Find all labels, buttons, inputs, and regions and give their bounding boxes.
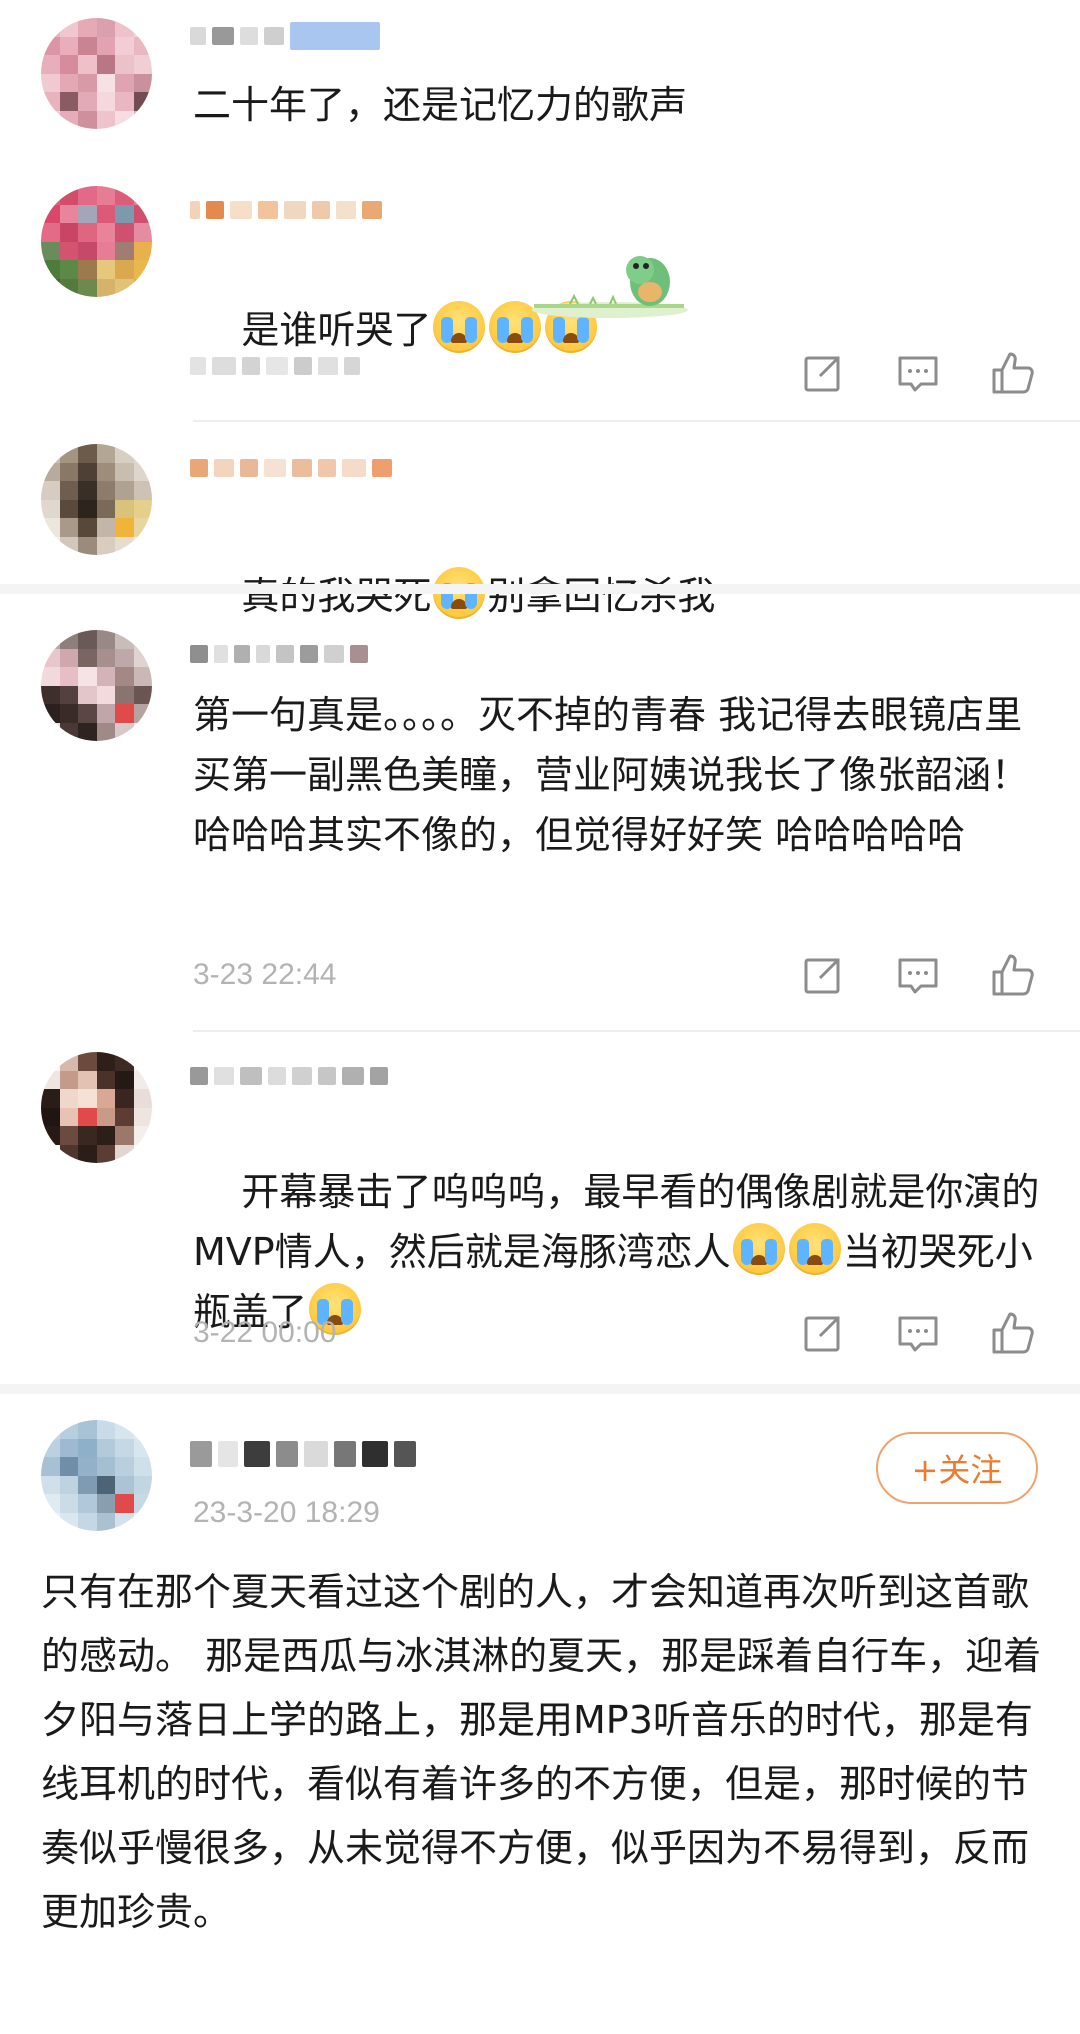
share-button[interactable] — [800, 350, 846, 396]
share-button[interactable] — [800, 952, 846, 998]
avatar[interactable] — [41, 1052, 152, 1163]
divider — [193, 1030, 1080, 1032]
cry-emoji — [788, 1223, 841, 1275]
username[interactable] — [190, 640, 368, 668]
like-button[interactable] — [990, 952, 1036, 998]
comment-icon — [898, 356, 938, 392]
avatar[interactable] — [41, 630, 152, 741]
share-button[interactable] — [800, 1310, 846, 1356]
action-bar — [780, 952, 1080, 1002]
avatar[interactable] — [41, 1420, 152, 1531]
username[interactable] — [190, 1062, 388, 1090]
follow-button[interactable]: +关注 — [876, 1432, 1038, 1504]
like-icon — [992, 352, 1034, 394]
comment-icon — [898, 958, 938, 994]
like-icon — [992, 954, 1034, 996]
divider — [193, 420, 1080, 422]
dinosaur-sticker — [532, 256, 688, 318]
comment-time: 3-22 00:00 — [193, 1316, 337, 1349]
timestamp-blurred — [190, 352, 360, 380]
avatar[interactable] — [41, 18, 152, 129]
cry-emoji — [433, 301, 486, 353]
avatar[interactable] — [41, 186, 152, 297]
action-bar — [780, 1310, 1080, 1360]
post-text: 只有在那个夏天看过这个剧的人，才会知道再次听到这首歌的感动。 那是西瓜与冰淇淋的… — [41, 1570, 1042, 1934]
username[interactable] — [190, 454, 392, 482]
comment-icon — [898, 1316, 938, 1352]
avatar[interactable] — [41, 444, 152, 555]
share-icon — [804, 958, 840, 994]
like-button[interactable] — [990, 350, 1036, 396]
comment-button[interactable] — [895, 350, 941, 396]
comment-text: 二十年了，还是记忆力的歌声 — [193, 83, 688, 127]
share-icon — [804, 356, 840, 392]
comment-button[interactable] — [895, 1310, 941, 1356]
username[interactable] — [190, 22, 380, 50]
section-gap — [0, 584, 1080, 594]
like-button[interactable] — [990, 1310, 1036, 1356]
username[interactable] — [190, 1440, 416, 1468]
post-time: 23-3-20 18:29 — [193, 1496, 380, 1529]
share-icon — [804, 1316, 840, 1352]
comment-button[interactable] — [895, 952, 941, 998]
action-bar — [780, 350, 1080, 400]
comment-text: 第一句真是。。。。灭不掉的青春 我记得去眼镜店里买第一副黑色美瞳，营业阿姨说我长… — [193, 693, 1030, 857]
comment-time: 3-23 22:44 — [193, 958, 337, 991]
cry-emoji — [732, 1223, 785, 1275]
username[interactable] — [190, 196, 382, 224]
like-icon — [992, 1312, 1034, 1354]
section-gap — [0, 1384, 1080, 1394]
